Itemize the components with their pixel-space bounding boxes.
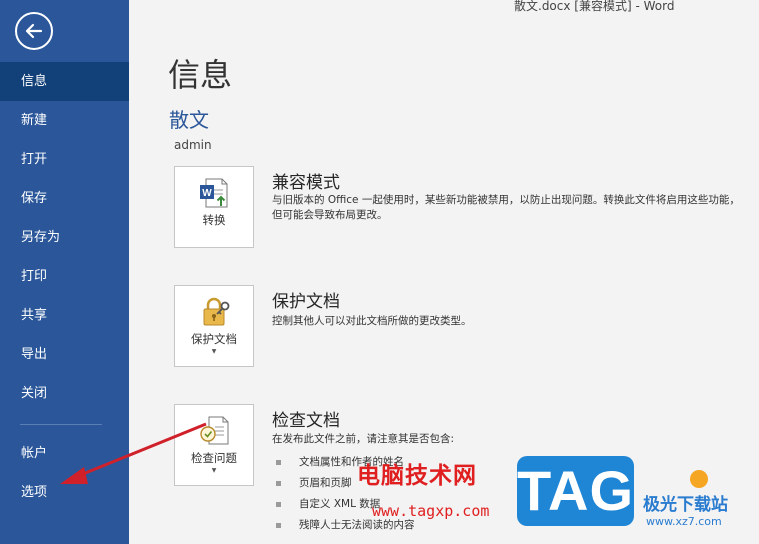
watermark-site-url: www.xz7.com: [646, 515, 722, 528]
watermark-text: 电脑技术网: [357, 463, 477, 489]
watermark-site-name: 极光下载站: [643, 495, 728, 515]
watermark-tag-logo: TAG: [517, 456, 634, 526]
watermark-url: www.tagxp.com: [372, 502, 490, 520]
watermark-site-logo-icon: [690, 470, 708, 488]
